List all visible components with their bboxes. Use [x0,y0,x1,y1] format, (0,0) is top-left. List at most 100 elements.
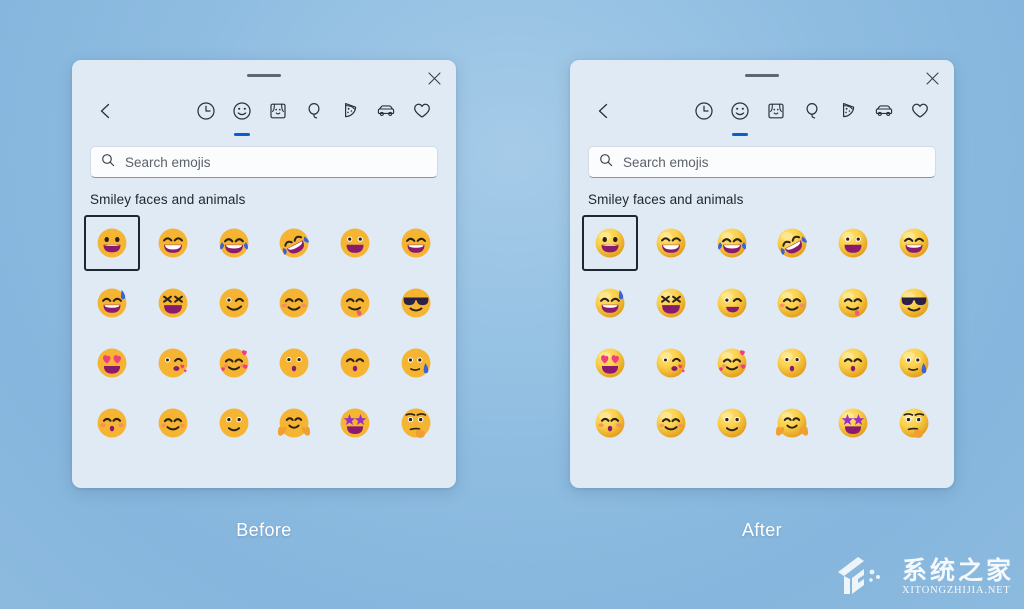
tab-smileys[interactable] [722,98,758,136]
emoji-thinking-face[interactable] [388,395,444,451]
after-column: Smiley faces and animals [570,60,954,541]
emoji-grinning-squinting-face[interactable] [145,275,201,331]
heart-icon [411,98,433,122]
emoji-panel-before[interactable]: Smiley faces and animals [72,60,456,488]
tab-food[interactable] [332,98,368,136]
emoji-sleepy-face[interactable] [388,335,444,391]
comparison-stage: Smiley faces and animals [0,0,1024,609]
panel-titlebar-before [72,60,456,90]
search-box-before[interactable] [90,146,438,178]
emoji-star-struck[interactable] [825,395,881,451]
emoji-grinning-face-with-smiling-eyes[interactable] [388,215,444,271]
close-button[interactable] [919,65,945,91]
tab-recent[interactable] [188,98,224,136]
search-box-after[interactable] [588,146,936,178]
tab-celebration[interactable] [794,98,830,136]
emoji-smiling-face-with-sunglasses[interactable] [886,275,942,331]
after-caption: After [741,520,782,540]
emoji-kissing-face-with-closed-eyes[interactable] [582,395,638,451]
emoji-kissing-face-with-smiling-eyes[interactable] [327,335,383,391]
tab-smileys[interactable] [224,98,260,136]
emoji-face-savoring-food[interactable] [327,275,383,331]
emoji-smiling-face-with-smiling-eyes[interactable] [764,275,820,331]
category-toolbar-before [72,90,456,136]
emoji-face-with-tears-of-joy[interactable] [704,215,760,271]
emoji-smiling-face-with-sunglasses[interactable] [388,275,444,331]
emoji-grinning-face[interactable] [582,215,639,271]
back-arrow-icon [593,98,615,122]
emoji-face-with-tears-of-joy[interactable] [206,215,262,271]
emoji-hugging-face[interactable] [764,395,820,451]
tab-recent[interactable] [686,98,722,136]
emoji-thinking-face[interactable] [886,395,942,451]
emoji-star-struck[interactable] [327,395,383,451]
tab-food[interactable] [830,98,866,136]
emoji-smiling-face-with-heart-eyes[interactable] [582,335,638,391]
car-icon [375,98,397,122]
section-title-before: Smiley faces and animals [90,192,246,207]
car-icon [873,98,895,122]
before-column: Smiley faces and animals [72,60,456,541]
emoji-face-blowing-a-kiss[interactable] [145,335,201,391]
emoji-winking-face[interactable] [206,275,262,331]
pizza-icon [339,98,361,122]
emoji-smiling-face-with-heart-eyes[interactable] [84,335,140,391]
emoji-face-savoring-food[interactable] [825,275,881,331]
active-tab-indicator [234,133,250,136]
sidebar-item-back[interactable] [586,98,622,136]
search-input[interactable] [125,154,427,170]
search-icon [101,153,115,172]
close-button[interactable] [421,65,447,91]
close-icon [925,71,939,85]
emoji-grinning-face[interactable] [84,215,141,271]
emoji-beaming-face-with-smiling-eyes[interactable] [643,215,699,271]
tab-symbols[interactable] [902,98,938,136]
emoji-grid-after [580,213,944,453]
emoji-beaming-face-with-smiling-eyes[interactable] [145,215,201,271]
section-title-after: Smiley faces and animals [588,192,744,207]
emoji-hugging-face[interactable] [266,395,322,451]
category-toolbar-after [570,90,954,136]
emoji-panel-after[interactable]: Smiley faces and animals [570,60,954,488]
emoji-face-with-open-mouth[interactable] [704,395,760,451]
tab-people[interactable] [260,98,296,136]
emoji-grinning-face-with-sweat[interactable] [582,275,638,331]
tab-transport[interactable] [368,98,404,136]
active-tab-indicator [732,133,748,136]
emoji-rolling-on-the-floor-laughing[interactable] [266,215,322,271]
drag-handle-icon[interactable] [745,74,779,77]
emoji-slightly-smiling-face[interactable] [145,395,201,451]
emoji-smiling-face-with-smiling-eyes[interactable] [266,275,322,331]
tab-symbols[interactable] [404,98,440,136]
search-input[interactable] [623,154,925,170]
tab-transport[interactable] [866,98,902,136]
emoji-grinning-face-with-big-eyes[interactable] [327,215,383,271]
emoji-grinning-face-with-big-eyes[interactable] [825,215,881,271]
emoji-grinning-squinting-face[interactable] [643,275,699,331]
emoji-kissing-face-with-smiling-eyes[interactable] [825,335,881,391]
emoji-face-with-open-mouth[interactable] [206,395,262,451]
emoji-grinning-face-with-smiling-eyes[interactable] [886,215,942,271]
emoji-smiling-face-with-hearts[interactable] [206,335,262,391]
sidebar-item-back[interactable] [88,98,124,136]
heart-icon [909,98,931,122]
people-icon [765,98,787,122]
before-caption: Before [236,520,292,540]
emoji-sleepy-face[interactable] [886,335,942,391]
clock-icon [195,98,217,122]
emoji-rolling-on-the-floor-laughing[interactable] [764,215,820,271]
drag-handle-icon[interactable] [247,74,281,77]
emoji-slightly-smiling-face[interactable] [643,395,699,451]
emoji-grinning-face-with-sweat[interactable] [84,275,140,331]
tab-celebration[interactable] [296,98,332,136]
tab-people[interactable] [758,98,794,136]
close-icon [427,71,441,85]
balloon-icon [303,98,325,122]
balloon-icon [801,98,823,122]
emoji-smiling-face-with-hearts[interactable] [704,335,760,391]
emoji-kissing-face[interactable] [266,335,322,391]
emoji-kissing-face[interactable] [764,335,820,391]
emoji-winking-face[interactable] [704,275,760,331]
emoji-kissing-face-with-closed-eyes[interactable] [84,395,140,451]
emoji-face-blowing-a-kiss[interactable] [643,335,699,391]
